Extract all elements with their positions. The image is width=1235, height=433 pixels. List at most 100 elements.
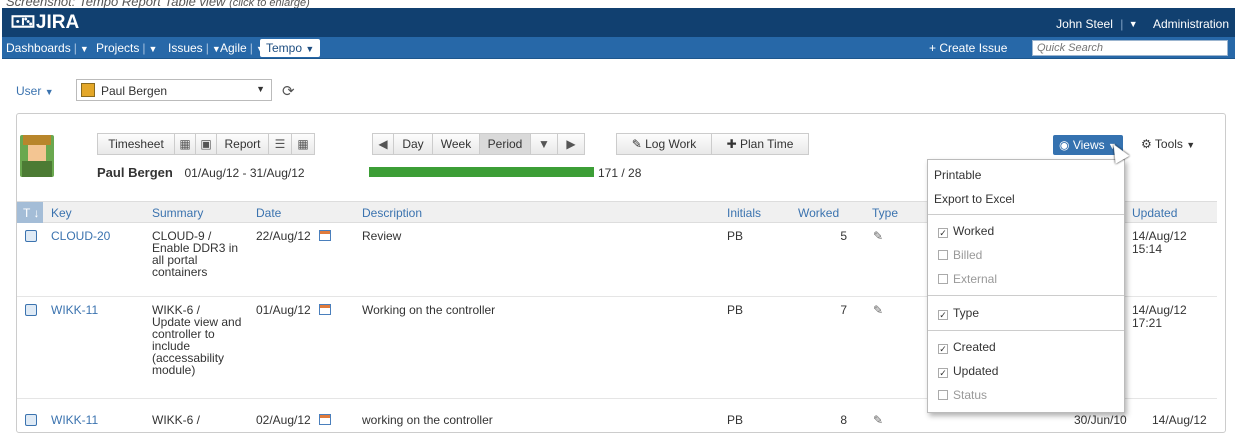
tools-button[interactable]: ⚙ Tools ▼ [1141,137,1195,151]
user-select-value: Paul Bergen [101,84,168,98]
previous-icon[interactable]: ◀ [372,133,394,155]
checkbox-checked-icon: ✓ [938,228,948,238]
header-separator: | [1120,16,1124,31]
screenshot-caption: Screenshot: Tempo Report Table view (cli… [6,0,310,9]
week-button[interactable]: Week [432,133,480,155]
column-toggle-updated[interactable]: ✓ Updated [938,364,998,378]
edit-pencil-icon[interactable]: ✎ [873,230,883,243]
column-toggle-created[interactable]: ✓ Created [938,340,996,354]
user-filter-dropdown[interactable]: User ▼ [16,84,54,98]
worklog-updated: 14/Aug/12 [1152,413,1207,427]
export-excel-menu-item[interactable]: Export to Excel [934,192,1015,206]
worklog-initials: PB [727,229,744,243]
eye-icon: ◉ [1059,138,1070,152]
worklog-description: Review [362,229,402,243]
printable-menu-item[interactable]: Printable [934,168,981,182]
period-button[interactable]: Period [479,133,531,155]
checkbox-unchecked-icon [938,274,948,284]
worklog-description: Working on the controller [362,303,496,317]
issue-key-link[interactable]: CLOUD-20 [51,230,110,243]
log-work-button[interactable]: ✎ Log Work [616,133,712,155]
create-issue-button[interactable]: + Create Issue [929,41,1007,55]
user-select[interactable]: Paul Bergen ▼ [76,79,272,101]
refresh-icon[interactable]: ⟳ [282,82,295,100]
column-key[interactable]: Key [51,206,72,220]
column-description[interactable]: Description [362,206,422,220]
worklog-initials: PB [727,413,744,427]
header-user-area: John Steel | ▼ Administration [1056,16,1229,31]
nav-tempo[interactable]: Tempo ▼ [260,39,321,57]
checkbox-checked-icon: ✓ [938,310,948,320]
user-avatar-icon [81,83,95,97]
issue-type-icon [25,304,37,316]
column-date[interactable]: Date [256,206,281,220]
worklog-initials: PB [727,303,744,317]
edit-pencil-icon[interactable]: ✎ [873,414,883,427]
user-caret-icon[interactable]: ▼ [1129,19,1138,29]
edit-pencil-icon[interactable]: ✎ [873,304,883,317]
column-type[interactable]: Type [872,206,898,220]
projects-caret-icon[interactable]: ▼ [148,44,157,54]
table-view-icon[interactable]: ▦ [291,133,315,155]
nav-agile[interactable]: Agile|▼ [220,41,265,55]
dashboards-caret-icon[interactable]: ▼ [80,44,89,54]
column-toggle-external[interactable]: External [938,272,997,286]
issue-summary: WIKK-6 / [152,413,201,427]
main-nav: Dashboards|▼ Projects|▼ Issues|▼ Agile|▼… [2,37,1235,59]
calendar-icon[interactable] [318,230,331,241]
worklog-updated: 14/Aug/12 15:14 [1132,229,1187,256]
column-summary[interactable]: Summary [152,206,203,220]
day-button[interactable]: Day [393,133,433,155]
issue-type-icon [25,230,37,242]
column-initials[interactable]: Initials [727,206,761,220]
calendar-icon[interactable] [318,304,331,315]
worklog-worked: 5 [840,229,847,243]
administration-link[interactable]: Administration [1153,17,1229,31]
worklog-description: working on the controller [362,413,493,427]
checkbox-checked-icon: ✓ [938,368,948,378]
column-type-sort[interactable]: T ↓ [17,202,43,223]
table-row[interactable]: WIKK-11 WIKK-6 / 02/Aug/12 working on th… [17,410,1217,430]
column-toggle-worked[interactable]: ✓ Worked [938,224,994,238]
date-icon[interactable]: ▣ [195,133,217,155]
sort-arrow-icon: ↓ [33,206,40,220]
column-toggle-billed[interactable]: Billed [938,248,982,262]
user-menu[interactable]: John Steel [1056,17,1113,31]
worklog-date: 22/Aug/12 [256,230,331,243]
plan-time-button[interactable]: ✚ Plan Time [711,133,809,155]
issue-key-link[interactable]: WIKK-11 [51,414,98,427]
nav-issues[interactable]: Issues | ▼ [168,41,221,55]
user-name: Paul Bergen [97,165,173,180]
period-dropdown-icon[interactable]: ▼ [530,133,558,155]
column-toggle-type[interactable]: ✓ Type [938,306,979,320]
nav-dashboards[interactable]: Dashboards | ▼ [6,41,89,55]
timesheet-button[interactable]: Timesheet [97,133,175,155]
calendar-icon[interactable] [318,414,331,425]
checkbox-unchecked-icon [938,390,948,400]
jira-logo[interactable]: 🀻JIRA [10,11,79,34]
pencil-icon: ✎ [631,137,642,151]
issue-key-link[interactable]: WIKK-11 [51,304,98,317]
issue-type-icon [25,414,37,426]
worklog-date: 02/Aug/12 [256,414,331,427]
list-view-icon[interactable]: ☰ [268,133,292,155]
issue-summary: WIKK-6 / Update view and controller to i… [152,303,242,377]
column-worked[interactable]: Worked [798,206,839,220]
tempo-caret-icon[interactable]: ▼ [305,44,314,54]
quick-search-input[interactable] [1032,40,1228,56]
worklog-date: 01/Aug/12 [256,304,331,317]
period-range: 01/Aug/12 - 31/Aug/12 [184,166,305,180]
next-icon[interactable]: ▶ [557,133,585,155]
column-toggle-status[interactable]: Status [938,388,987,402]
nav-projects[interactable]: Projects | ▼ [96,41,157,55]
worklog-worked: 8 [840,413,847,427]
hours-progress-text: 171 / 28 [598,166,642,180]
worklog-updated: 14/Aug/12 17:21 [1132,303,1187,330]
menu-divider [928,330,1124,331]
column-updated[interactable]: Updated [1132,206,1177,220]
top-header: 🀻JIRA John Steel | ▼ Administration [2,8,1235,37]
report-button[interactable]: Report [216,133,269,155]
menu-divider [928,214,1124,215]
views-dropdown-menu: Printable Export to Excel ✓ Worked Billed… [927,159,1125,413]
calendar-icon[interactable]: ▦ [174,133,196,155]
